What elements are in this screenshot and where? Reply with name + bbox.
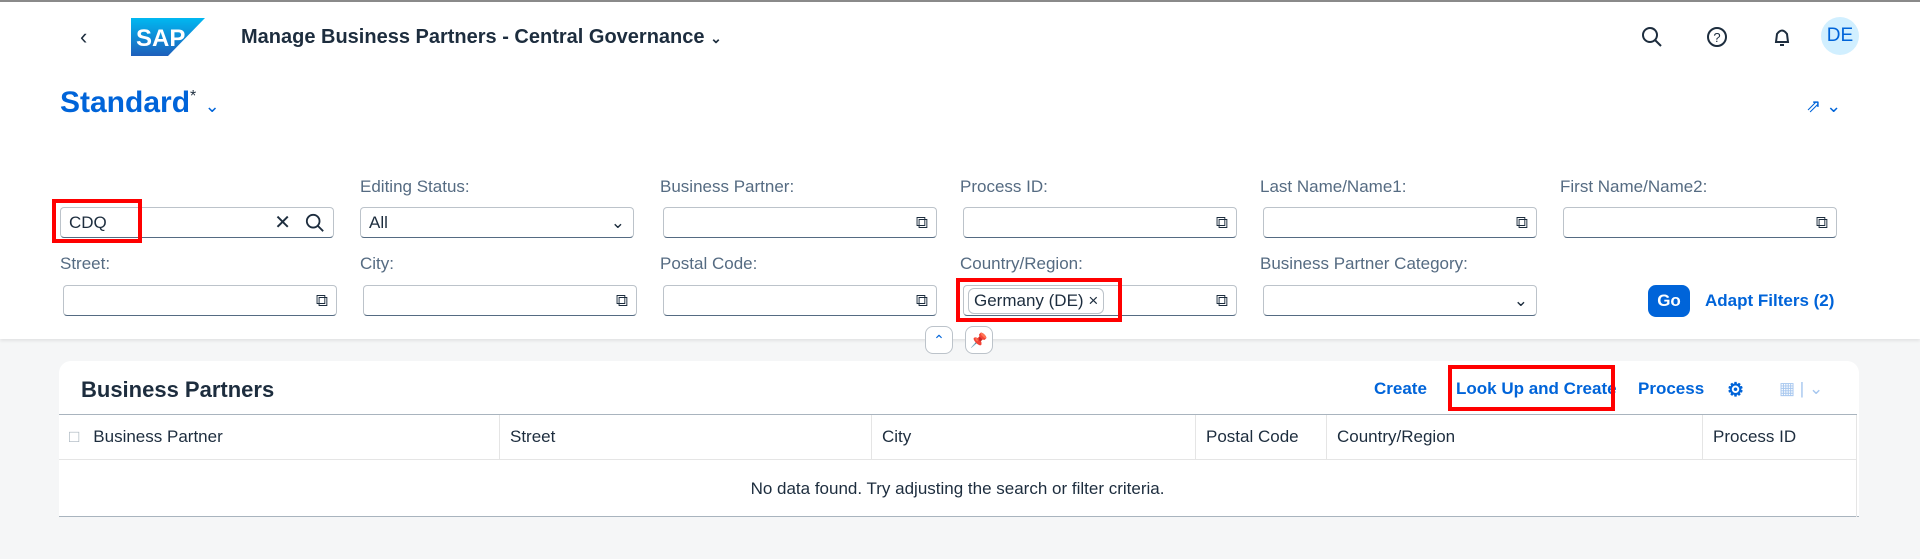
filter-header: ‹ SAP Manage Business Partners - Central… bbox=[0, 0, 1920, 339]
chevron-down-icon: ⌄ bbox=[1808, 379, 1824, 398]
postal-code-label: Postal Code: bbox=[660, 254, 758, 273]
business-partner-label: Business Partner: bbox=[660, 177, 795, 196]
clear-selection-icon[interactable]: □ bbox=[69, 427, 79, 447]
back-icon[interactable]: ‹ bbox=[80, 24, 87, 50]
value-help-icon[interactable]: ⧉ bbox=[1216, 213, 1228, 233]
column-city[interactable]: City bbox=[872, 415, 1196, 459]
svg-text:SAP: SAP bbox=[136, 25, 185, 52]
editing-status-label: Editing Status: bbox=[360, 177, 470, 196]
city-label: City: bbox=[360, 254, 394, 273]
value-help-icon[interactable]: ⧉ bbox=[1816, 213, 1828, 233]
postal-code-input[interactable]: ⧉ bbox=[663, 285, 937, 316]
go-button[interactable]: Go bbox=[1648, 285, 1690, 317]
process-button[interactable]: Process bbox=[1638, 379, 1704, 399]
variant-modified: * bbox=[190, 88, 197, 105]
country-label: Country/Region: bbox=[960, 254, 1083, 273]
value-help-icon[interactable]: ⧉ bbox=[1216, 291, 1228, 311]
first-name-label: First Name/Name2: bbox=[1560, 177, 1708, 196]
create-button[interactable]: Create bbox=[1374, 379, 1427, 399]
avatar[interactable]: DE bbox=[1821, 17, 1859, 55]
column-country-region[interactable]: Country/Region bbox=[1327, 415, 1703, 459]
process-id-label: Process ID: bbox=[960, 177, 1048, 196]
column-label: Country/Region bbox=[1337, 427, 1456, 446]
highlight-box bbox=[956, 278, 1122, 322]
street-label: Street: bbox=[60, 254, 111, 273]
export-button[interactable]: ▦ | ⌄ bbox=[1779, 379, 1823, 399]
street-input[interactable]: ⧉ bbox=[63, 285, 337, 316]
chevron-down-icon: ⌄ bbox=[610, 212, 625, 232]
chevron-down-icon: ⌄ bbox=[204, 96, 220, 116]
business-partners-table: Business Partners Create Look Up and Cre… bbox=[59, 361, 1859, 517]
business-partner-input[interactable]: ⧉ bbox=[663, 207, 937, 238]
sap-logo: SAP bbox=[131, 18, 205, 56]
value-help-icon[interactable]: ⧉ bbox=[916, 213, 928, 233]
settings-icon[interactable]: ⚙ bbox=[1727, 379, 1744, 402]
column-postal-code[interactable]: Postal Code bbox=[1196, 415, 1327, 459]
collapse-header-button[interactable]: ⌃ bbox=[925, 326, 953, 354]
adapt-filters-button[interactable]: Adapt Filters (2) bbox=[1705, 291, 1834, 311]
app-title: Manage Business Partners - Central Gover… bbox=[241, 26, 705, 48]
search-icon[interactable] bbox=[1637, 22, 1667, 52]
highlight-box bbox=[52, 199, 142, 243]
editing-status-select[interactable]: All ⌄ bbox=[360, 207, 634, 238]
chevron-down-icon: ⌄ bbox=[710, 30, 722, 46]
share-button[interactable]: ⇗ ⌄ bbox=[1806, 96, 1841, 117]
bell-icon[interactable] bbox=[1767, 22, 1797, 52]
column-label: Street bbox=[510, 427, 556, 446]
help-icon[interactable]: ? bbox=[1702, 22, 1732, 52]
table-title: Business Partners bbox=[81, 377, 275, 402]
search-icon[interactable] bbox=[305, 213, 325, 233]
share-icon: ⇗ bbox=[1806, 96, 1822, 116]
highlight-box bbox=[1448, 365, 1615, 411]
editing-status-value: All bbox=[369, 212, 388, 232]
column-label: Business Partner bbox=[93, 427, 223, 446]
chevron-down-icon: ⌄ bbox=[1826, 96, 1842, 116]
chevron-down-icon: ⌄ bbox=[1513, 290, 1528, 310]
column-street[interactable]: Street bbox=[500, 415, 872, 459]
last-name-label: Last Name/Name1: bbox=[1260, 177, 1407, 196]
column-business-partner[interactable]: □ Business Partner bbox=[59, 415, 500, 459]
pin-header-button[interactable]: 📌 bbox=[965, 326, 993, 354]
category-select[interactable]: ⌄ bbox=[1263, 285, 1537, 316]
column-process-id[interactable]: Process ID bbox=[1703, 415, 1857, 459]
no-data-message: No data found. Try adjusting the search … bbox=[59, 460, 1857, 517]
column-label: City bbox=[882, 427, 912, 446]
variant-selector[interactable]: Standard* ⌄ bbox=[60, 86, 220, 120]
export-icon: ▦ bbox=[1779, 379, 1796, 398]
value-help-icon[interactable]: ⧉ bbox=[1516, 213, 1528, 233]
app-title-menu[interactable]: Manage Business Partners - Central Gover… bbox=[241, 26, 722, 49]
variant-name: Standard bbox=[60, 86, 191, 119]
value-help-icon[interactable]: ⧉ bbox=[616, 291, 628, 311]
value-help-icon[interactable]: ⧉ bbox=[916, 291, 928, 311]
process-id-input[interactable]: ⧉ bbox=[963, 207, 1237, 238]
city-input[interactable]: ⧉ bbox=[363, 285, 637, 316]
first-name-input[interactable]: ⧉ bbox=[1563, 207, 1837, 238]
column-label: Postal Code bbox=[1206, 427, 1299, 446]
value-help-icon[interactable]: ⧉ bbox=[316, 291, 328, 311]
pin-icon: 📌 bbox=[970, 331, 988, 348]
category-label: Business Partner Category: bbox=[1260, 254, 1468, 273]
clear-icon[interactable]: ✕ bbox=[274, 210, 291, 235]
svg-text:?: ? bbox=[1713, 30, 1720, 45]
chevron-up-icon: ⌃ bbox=[933, 331, 945, 348]
last-name-input[interactable]: ⧉ bbox=[1263, 207, 1537, 238]
table-header: □ Business Partner Street City Postal Cod… bbox=[59, 414, 1857, 460]
column-label: Process ID bbox=[1713, 427, 1797, 446]
